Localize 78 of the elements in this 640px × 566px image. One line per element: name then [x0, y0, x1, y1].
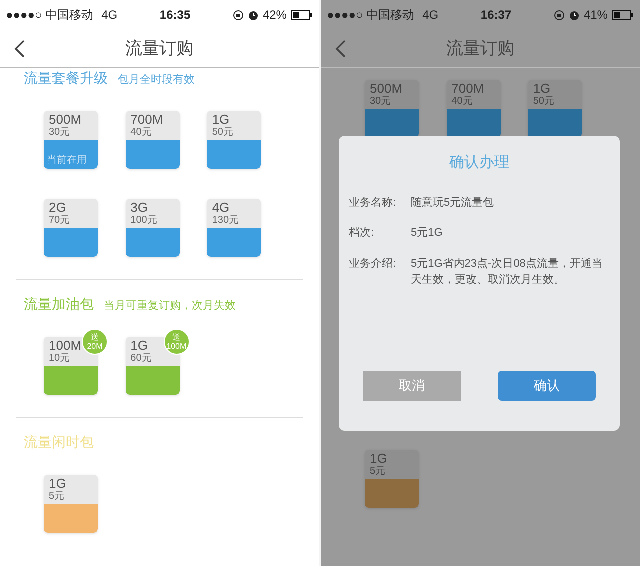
- page-title: 流量订购: [126, 38, 194, 60]
- price: 30元: [370, 96, 392, 108]
- water-fill: [44, 504, 98, 533]
- section-note: 包月全时段有效: [118, 73, 195, 88]
- price: 100元: [130, 215, 158, 227]
- data-size: 500M: [370, 82, 404, 96]
- field-value: 随意玩5元流量包: [411, 196, 494, 210]
- price: 5元: [49, 491, 66, 503]
- water-fill: [528, 109, 582, 138]
- battery-percent: 42%: [262, 7, 287, 24]
- section-title: 流量闲时包: [24, 433, 94, 452]
- water-fill: [126, 228, 180, 257]
- field-label: 业务名称:: [349, 196, 398, 210]
- water-fill: [44, 228, 98, 257]
- water-fill: [207, 140, 262, 169]
- package-card[interactable]: 700M 40元: [446, 80, 501, 138]
- network-type: 4G: [102, 7, 118, 24]
- clock: 16:37: [480, 7, 512, 24]
- alarm-icon: [248, 10, 259, 20]
- package-card[interactable]: 1G 50元: [528, 80, 582, 138]
- water-fill: [126, 140, 180, 169]
- price: 130元: [212, 215, 240, 227]
- package-card[interactable]: 700M 40元: [126, 111, 180, 169]
- current-label: 当前在用: [47, 155, 87, 167]
- data-size: 700M: [452, 82, 486, 96]
- bonus-badge: 送 100M: [164, 329, 190, 355]
- data-size: 500M: [49, 113, 83, 127]
- price: 40元: [452, 96, 474, 108]
- data-size: 2G: [49, 201, 68, 215]
- field-label: 档次:: [349, 226, 376, 241]
- section-title: 流量加油包: [24, 295, 94, 314]
- clock: 16:35: [160, 7, 191, 24]
- battery-percent: 41%: [584, 7, 608, 24]
- price: 60元: [130, 353, 153, 365]
- package-card[interactable]: 1G 50元: [207, 111, 262, 169]
- price: 50元: [533, 96, 556, 108]
- data-size: 1G: [49, 477, 68, 491]
- water-fill: [446, 109, 501, 138]
- network-type: 4G: [422, 7, 439, 24]
- field-value: 5元1G省内23点-次日08点流量，开通当天生效，更改、取消次月生效。: [411, 256, 604, 288]
- back-icon[interactable]: [14, 40, 26, 58]
- price: 5元: [370, 466, 387, 478]
- water-fill: [365, 479, 419, 508]
- package-card[interactable]: 2G 70元: [44, 199, 98, 257]
- section-title: 流量套餐升级: [24, 69, 108, 88]
- water-fill: [126, 366, 180, 395]
- battery-icon: [290, 10, 313, 20]
- rotation-lock-icon: [232, 10, 244, 20]
- price: 30元: [49, 127, 72, 139]
- data-size: 1G: [212, 113, 231, 127]
- alarm-icon: [568, 10, 580, 20]
- package-card[interactable]: 4G 130元: [207, 199, 262, 257]
- bonus-badge: 送 20M: [82, 329, 108, 355]
- section-note: 当月可重复订购，次月失效: [104, 299, 236, 314]
- package-card[interactable]: 3G 100元: [126, 199, 180, 257]
- package-card[interactable]: 500M 30元 当前在用: [44, 111, 98, 169]
- price: 50元: [212, 127, 234, 139]
- battery-icon: [612, 10, 634, 20]
- water-fill: [365, 109, 419, 138]
- rotation-lock-icon: [554, 10, 565, 20]
- carrier: ●●●●○ 中国移动: [327, 7, 415, 24]
- water-fill: [44, 366, 98, 395]
- confirm-button[interactable]: 确认: [498, 371, 596, 401]
- field-value: 5元1G: [411, 226, 443, 241]
- field-label: 业务介绍:: [349, 256, 398, 272]
- water-fill: [207, 228, 262, 257]
- price: 40元: [130, 127, 153, 139]
- data-size: 1G: [533, 82, 552, 96]
- package-card[interactable]: 1G 5元: [44, 475, 98, 533]
- price: 10元: [49, 353, 72, 365]
- data-size: 1G: [370, 452, 388, 466]
- data-size: 700M: [130, 113, 164, 127]
- price: 70元: [49, 215, 72, 227]
- dialog-title: 确认办理: [450, 153, 510, 173]
- data-size: 4G: [212, 201, 231, 215]
- carrier: ●●●●○ 中国移动: [6, 7, 94, 24]
- data-size: 3G: [130, 201, 149, 215]
- page-title: 流量订购: [446, 38, 514, 60]
